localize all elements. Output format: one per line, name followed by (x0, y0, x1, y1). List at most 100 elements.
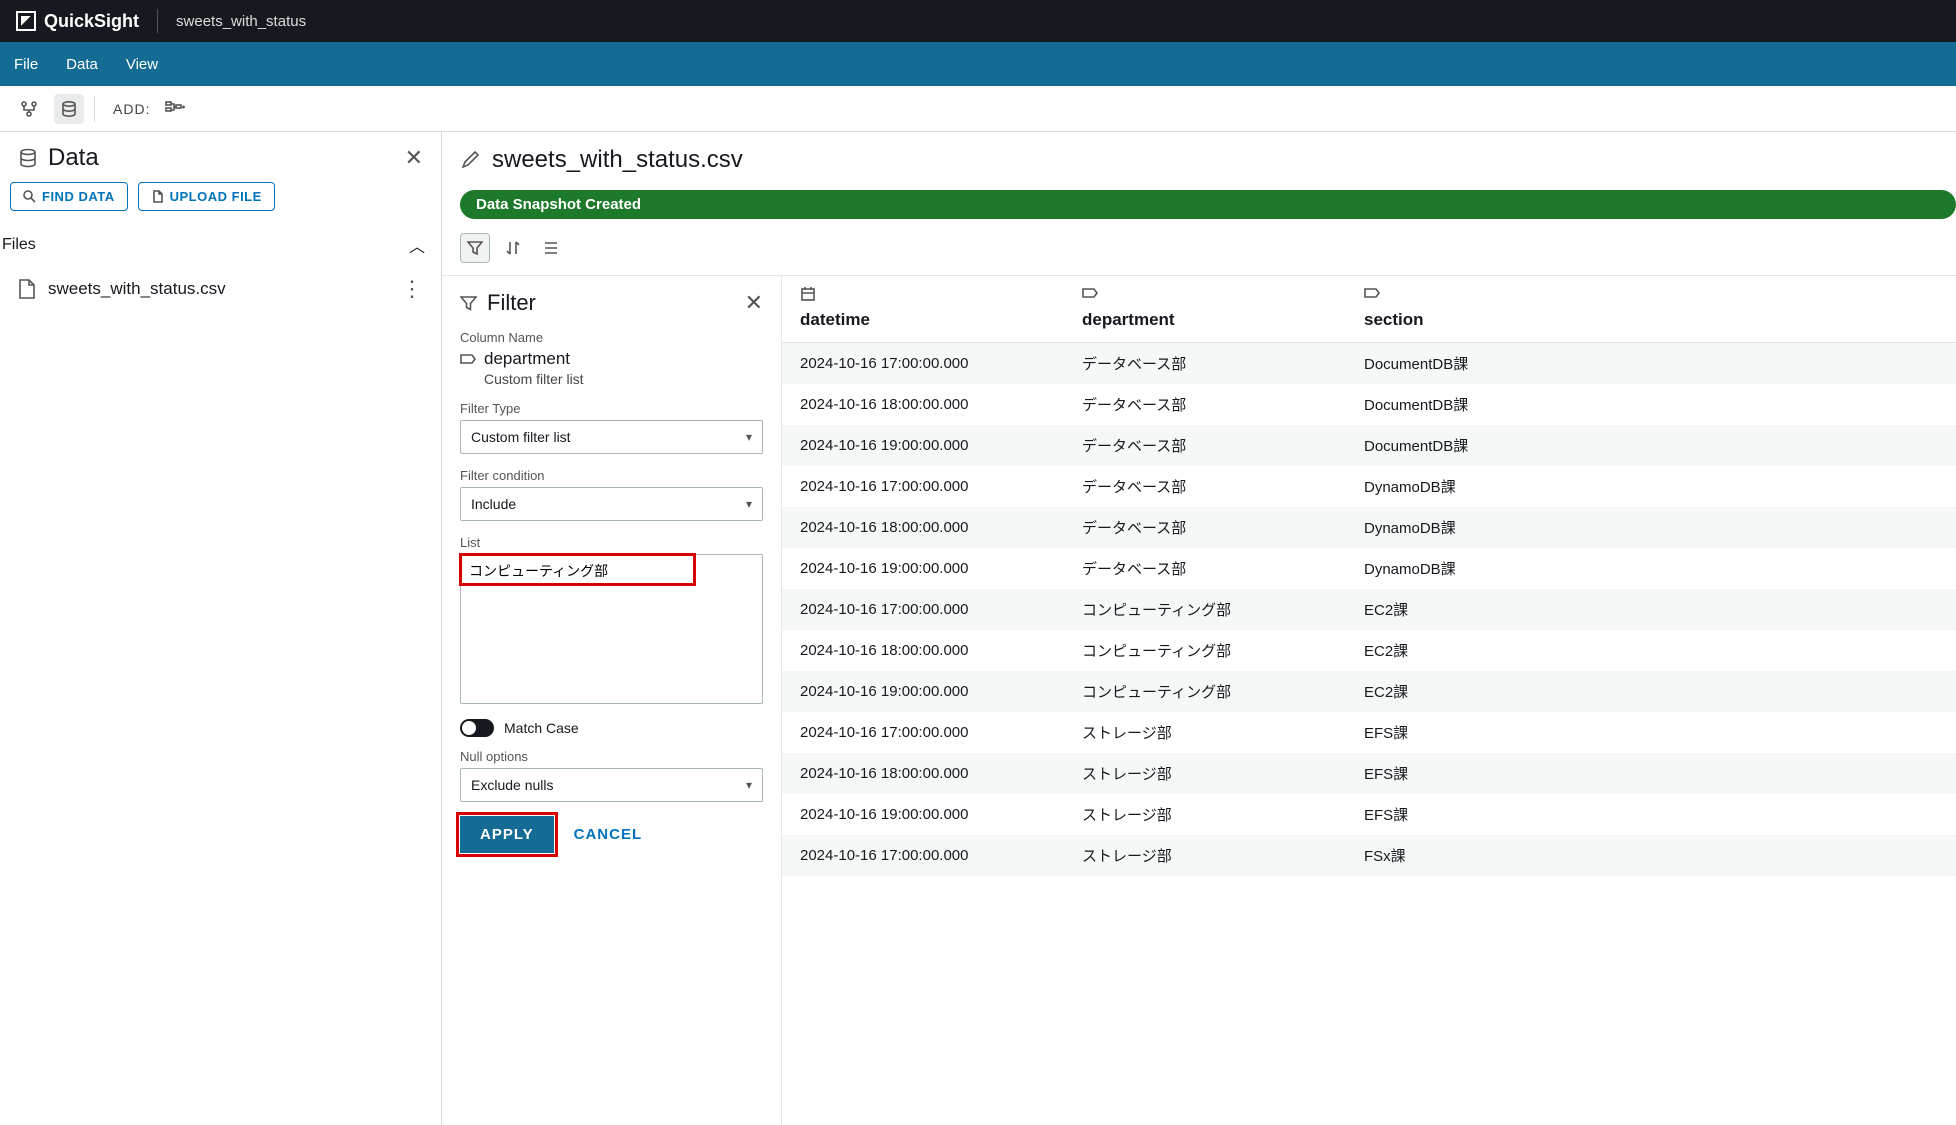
cell-section: EFS課 (1346, 763, 1956, 784)
cell-department: ストレージ部 (1064, 804, 1346, 825)
col-section-label: section (1364, 310, 1938, 330)
close-filter-icon[interactable]: ✕ (745, 290, 763, 316)
upload-file-label: UPLOAD FILE (170, 189, 262, 204)
column-name-sub: Custom filter list (484, 371, 763, 387)
add-join-icon[interactable] (160, 94, 190, 124)
menu-file[interactable]: File (14, 56, 38, 73)
table-row[interactable]: 2024-10-16 17:00:00.000ストレージ部EFS課 (782, 712, 1956, 753)
cell-section: DocumentDB課 (1346, 394, 1956, 415)
table-row[interactable]: 2024-10-16 17:00:00.000データベース部DynamoDB課 (782, 466, 1956, 507)
content-area: sweets_with_status.csv Data Snapshot Cre… (442, 132, 1956, 1125)
find-data-label: FIND DATA (42, 189, 115, 204)
brand-name: QuickSight (44, 11, 139, 32)
tag-icon (1364, 286, 1938, 304)
table-row[interactable]: 2024-10-16 19:00:00.000ストレージ部EFS課 (782, 794, 1956, 835)
cell-department: コンピューティング部 (1064, 640, 1346, 661)
col-department[interactable]: department (1064, 276, 1346, 342)
cell-department: データベース部 (1064, 558, 1346, 579)
list-label: List (460, 535, 763, 550)
cell-section: EFS課 (1346, 722, 1956, 743)
chevron-up-icon: ︿ (409, 233, 425, 257)
col-datetime[interactable]: datetime (782, 276, 1064, 342)
divider (94, 96, 95, 122)
filter-type-label: Filter Type (460, 401, 763, 416)
table-row[interactable]: 2024-10-16 18:00:00.000ストレージ部EFS課 (782, 753, 1956, 794)
cell-datetime: 2024-10-16 17:00:00.000 (782, 847, 1064, 864)
apply-button[interactable]: APPLY (460, 816, 554, 853)
cancel-button[interactable]: CANCEL (574, 826, 643, 843)
files-section-header[interactable]: Files ︿ (0, 225, 441, 267)
cell-section: FSx課 (1346, 845, 1956, 866)
cell-datetime: 2024-10-16 18:00:00.000 (782, 765, 1064, 782)
cell-department: ストレージ部 (1064, 845, 1346, 866)
table-row[interactable]: 2024-10-16 19:00:00.000データベース部DynamoDB課 (782, 548, 1956, 589)
table-row[interactable]: 2024-10-16 17:00:00.000データベース部DocumentDB… (782, 343, 1956, 384)
filter-condition-label: Filter condition (460, 468, 763, 483)
null-options-label: Null options (460, 749, 763, 764)
match-case-label: Match Case (504, 720, 579, 736)
database-icon (18, 148, 38, 168)
cell-department: ストレージ部 (1064, 763, 1346, 784)
cell-datetime: 2024-10-16 17:00:00.000 (782, 478, 1064, 495)
schema-view-icon[interactable] (14, 94, 44, 124)
file-icon (151, 190, 164, 203)
upload-file-button[interactable]: UPLOAD FILE (138, 182, 275, 211)
calendar-icon (800, 286, 1046, 304)
cell-department: ストレージ部 (1064, 722, 1346, 743)
cell-datetime: 2024-10-16 17:00:00.000 (782, 724, 1064, 741)
cell-section: EFS課 (1346, 804, 1956, 825)
find-data-button[interactable]: FIND DATA (10, 182, 128, 211)
filter-condition-select[interactable]: Include (460, 487, 763, 521)
col-department-label: department (1082, 310, 1328, 330)
table-row[interactable]: 2024-10-16 18:00:00.000データベース部DocumentDB… (782, 384, 1956, 425)
tag-icon (1082, 286, 1328, 304)
close-sidebar-icon[interactable]: ✕ (405, 145, 423, 171)
col-section[interactable]: section (1346, 276, 1956, 342)
quicksight-logo-icon (16, 11, 36, 31)
dataset-title: sweets_with_status (176, 13, 306, 30)
filter-type-select[interactable]: Custom filter list (460, 420, 763, 454)
cell-datetime: 2024-10-16 18:00:00.000 (782, 396, 1064, 413)
divider (157, 9, 158, 33)
match-case-toggle[interactable] (460, 719, 494, 737)
table-row[interactable]: 2024-10-16 17:00:00.000コンピューティング部EC2課 (782, 589, 1956, 630)
filter-title: Filter (487, 290, 536, 316)
table-row[interactable]: 2024-10-16 19:00:00.000データベース部DocumentDB… (782, 425, 1956, 466)
filter-list-input[interactable] (460, 554, 763, 704)
cell-department: データベース部 (1064, 435, 1346, 456)
database-view-icon[interactable] (54, 94, 84, 124)
topbar: QuickSight sweets_with_status (0, 0, 1956, 42)
null-options-select[interactable]: Exclude nulls (460, 768, 763, 802)
table-row[interactable]: 2024-10-16 19:00:00.000コンピューティング部EC2課 (782, 671, 1956, 712)
pencil-icon[interactable] (460, 150, 480, 170)
sort-tab-icon[interactable] (498, 233, 528, 263)
table-row[interactable]: 2024-10-16 18:00:00.000コンピューティング部EC2課 (782, 630, 1956, 671)
file-item[interactable]: sweets_with_status.csv ⋮ (0, 267, 441, 311)
filter-panel: Filter ✕ Column Name department Custom f… (442, 276, 782, 1125)
cell-department: データベース部 (1064, 517, 1346, 538)
list-tab-icon[interactable] (536, 233, 566, 263)
table-header-row: datetime department section (782, 276, 1956, 343)
column-name-label: Column Name (460, 330, 763, 345)
file-menu-icon[interactable]: ⋮ (401, 285, 423, 294)
table-row[interactable]: 2024-10-16 17:00:00.000ストレージ部FSx課 (782, 835, 1956, 876)
column-name-value: department (484, 349, 570, 369)
table-row[interactable]: 2024-10-16 18:00:00.000データベース部DynamoDB課 (782, 507, 1956, 548)
cell-datetime: 2024-10-16 19:00:00.000 (782, 806, 1064, 823)
view-tabs (442, 229, 1956, 276)
cell-department: コンピューティング部 (1064, 681, 1346, 702)
cell-department: コンピューティング部 (1064, 599, 1346, 620)
cell-department: データベース部 (1064, 394, 1346, 415)
file-name: sweets_with_status.csv (48, 279, 226, 299)
cell-department: データベース部 (1064, 476, 1346, 497)
main: Data ✕ FIND DATA UPLOAD FILE Files ︿ swe… (0, 132, 1956, 1125)
cell-datetime: 2024-10-16 18:00:00.000 (782, 642, 1064, 659)
file-icon (18, 279, 36, 299)
cell-section: DynamoDB課 (1346, 558, 1956, 579)
cell-section: DynamoDB課 (1346, 517, 1956, 538)
cell-datetime: 2024-10-16 19:00:00.000 (782, 683, 1064, 700)
toolbar: ADD: (0, 86, 1956, 132)
menu-data[interactable]: Data (66, 56, 98, 73)
menu-view[interactable]: View (126, 56, 158, 73)
filter-tab-icon[interactable] (460, 233, 490, 263)
